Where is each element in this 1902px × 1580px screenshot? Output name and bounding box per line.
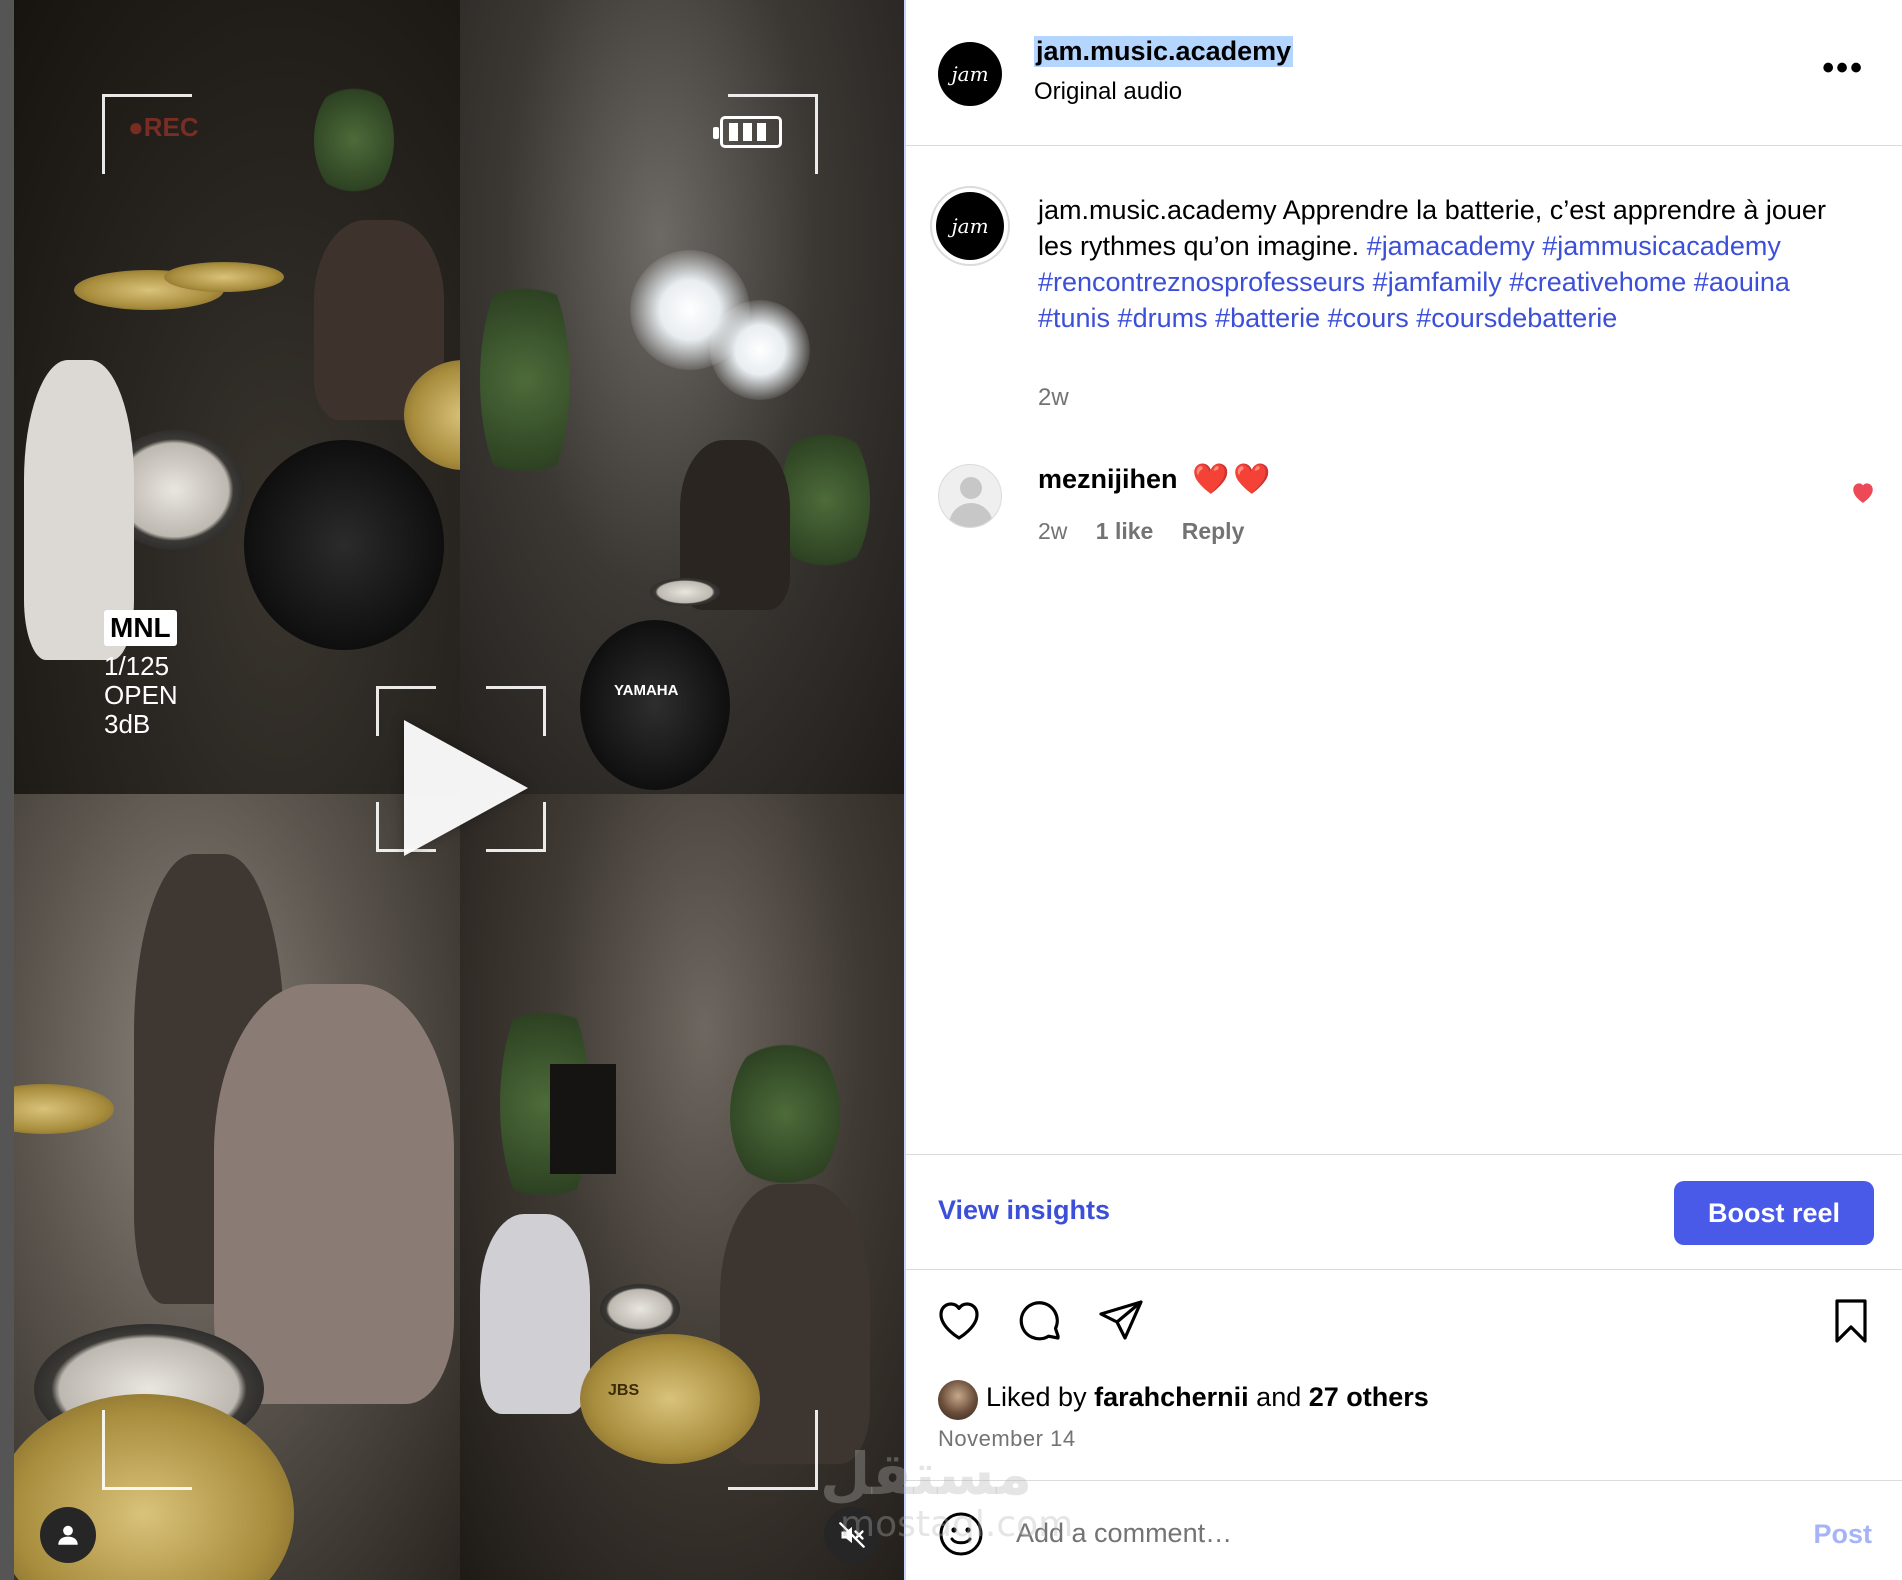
play-icon[interactable]: [404, 720, 528, 856]
insights-bar: View insights Boost reel: [906, 1154, 1902, 1270]
snare-drum-shape: [600, 1284, 680, 1334]
camera-settings: 1/125 OPEN 3dB: [104, 652, 178, 739]
comment-bubble-icon[interactable]: [1016, 1296, 1066, 1346]
liker-avatar[interactable]: [938, 1380, 978, 1420]
student-figure: [214, 984, 454, 1404]
video-quadrant-bottom-left: [14, 794, 460, 1580]
lamp-light: [710, 300, 810, 400]
caption-text: jam.music.academy Apprendre la batterie,…: [1038, 192, 1858, 336]
logo-text: jam: [951, 62, 989, 86]
viewfinder-corner: [102, 1410, 192, 1490]
child-figure: [480, 1214, 590, 1414]
account-avatar[interactable]: jam: [938, 42, 1002, 106]
save-bookmark-icon[interactable]: [1826, 1296, 1876, 1346]
tagged-users-button[interactable]: [40, 1507, 96, 1563]
comment-text: ❤️❤️: [1192, 463, 1275, 496]
gain: 3dB: [104, 709, 151, 739]
video-quadrant-top-left: [14, 0, 460, 794]
liked-by-text: Liked by farahchernii and 27 others: [986, 1382, 1429, 1413]
caption-username[interactable]: jam.music.academy: [1038, 195, 1277, 225]
account-avatar: jam: [936, 192, 1004, 260]
share-paper-plane-icon[interactable]: [1096, 1296, 1146, 1346]
cymbal-shape: [164, 262, 284, 292]
liked-by-others[interactable]: 27 others: [1309, 1382, 1429, 1412]
comment-username[interactable]: meznijihen: [1038, 464, 1178, 495]
liked-by-prefix: Liked by: [986, 1382, 1087, 1412]
shutter-speed: 1/125: [104, 651, 170, 681]
rec-indicator: ●REC: [128, 112, 199, 142]
watermark-arabic: مستقل: [820, 1440, 1033, 1508]
view-insights-link[interactable]: View insights: [938, 1195, 1110, 1226]
more-options-icon[interactable]: •••: [1822, 51, 1864, 85]
caption-avatar[interactable]: jam: [930, 186, 1010, 266]
bass-drum-brand: YAMAHA: [614, 682, 679, 699]
header-username[interactable]: jam.music.academy: [1034, 36, 1294, 67]
cymbal-brand: JBS: [608, 1382, 640, 1399]
liked-by-and: and: [1256, 1382, 1302, 1412]
user-icon: [58, 1525, 78, 1545]
caption-timestamp[interactable]: 2w: [1038, 384, 1069, 412]
logo-text: jam: [951, 214, 989, 238]
viewfinder-corner: [728, 1410, 818, 1490]
speaker-shape: [550, 1064, 616, 1174]
tom-drum-shape: [244, 440, 444, 650]
post-side-panel: jam jam.music.academy Original audio •••…: [906, 0, 1902, 1580]
boost-reel-button[interactable]: Boost reel: [1674, 1181, 1874, 1245]
comment-meta: 2w 1 like Reply: [1038, 518, 1266, 545]
comment-timestamp[interactable]: 2w: [1038, 518, 1067, 544]
post-comment-button[interactable]: Post: [1813, 1519, 1872, 1550]
plant-shape: [780, 420, 870, 580]
comment-input[interactable]: [1016, 1507, 1736, 1559]
plant-shape: [314, 80, 394, 200]
liked-by-user[interactable]: farahchernii: [1094, 1382, 1249, 1412]
like-heart-icon[interactable]: [934, 1296, 984, 1346]
comment-like-count[interactable]: 1 like: [1096, 518, 1154, 544]
battery-icon: [713, 116, 782, 148]
audio-link[interactable]: Original audio: [1034, 78, 1182, 106]
plant-shape: [480, 260, 570, 500]
cymbal-shape: [14, 1084, 114, 1134]
action-bar: [906, 1296, 1902, 1346]
mode-badge: MNL: [104, 610, 177, 646]
snare-drum-shape: [650, 578, 720, 606]
comment-reply-button[interactable]: Reply: [1182, 518, 1245, 544]
plant-shape: [730, 1034, 840, 1194]
post-header: jam jam.music.academy Original audio •••: [906, 0, 1902, 146]
video-quadrant-top-right: YAMAHA: [460, 0, 904, 794]
comment-avatar[interactable]: [938, 464, 1002, 528]
watermark-latin: mostaql.com: [840, 1504, 1074, 1545]
reel-video[interactable]: YAMAHA JBS ●REC MNL 1/125 OPEN 3dB: [0, 0, 904, 1580]
comment-like-heart-icon[interactable]: [1850, 480, 1876, 511]
aperture: OPEN: [104, 680, 178, 710]
bass-drum-shape: YAMAHA: [580, 620, 730, 790]
media-edge: [0, 0, 14, 1580]
